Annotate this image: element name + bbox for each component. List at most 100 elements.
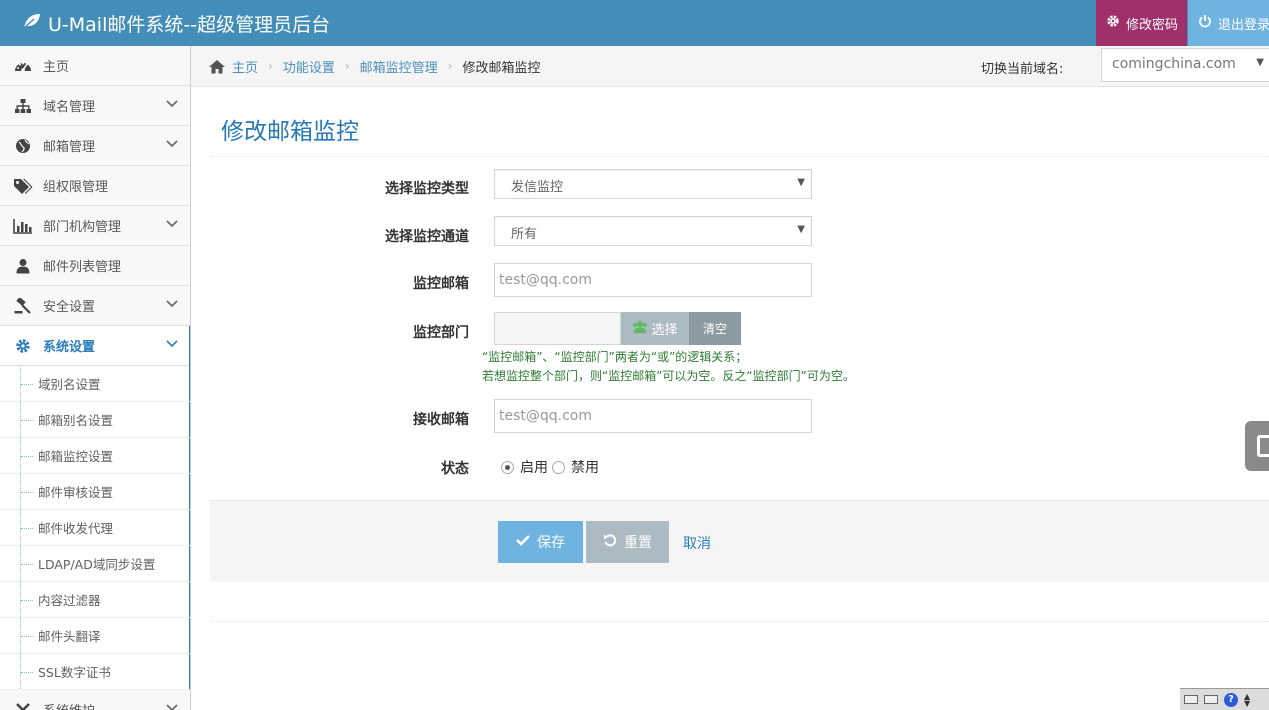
sidebar-item-label: 组权限管理 [43, 180, 109, 195]
save-label: 保存 [537, 535, 565, 551]
user-icon [13, 256, 33, 276]
monitor-department-field[interactable] [494, 312, 621, 345]
monitor-department-label: 监控部门 [413, 325, 469, 341]
monitor-channel-value: 所有 [511, 227, 538, 242]
submenu-item-mail-proxy[interactable]: 邮件收发代理 [0, 510, 190, 546]
monitor-mailbox-input[interactable]: test@qq.com [494, 263, 812, 297]
sidebar-item-label: 系统维护 [43, 700, 95, 710]
caret-down-icon: ▼ [797, 224, 805, 235]
system-settings-submenu: 域别名设置 邮箱别名设置 邮箱监控设置 邮件审核设置 邮件收发代理 LDAP/A… [0, 366, 190, 690]
submenu-item-content-filter[interactable]: 内容过滤器 [0, 582, 190, 618]
breadcrumb-current: 修改邮箱监控 [462, 60, 541, 76]
monitor-type-label: 选择监控类型 [385, 181, 469, 197]
gear-icon [1106, 14, 1120, 32]
monitor-channel-select[interactable]: 所有 ▼ [494, 216, 812, 246]
reset-button[interactable]: 重置 [586, 521, 669, 563]
divider [210, 156, 1269, 157]
status-disabled-label[interactable]: 禁用 [571, 457, 599, 477]
sidebar-item-group-permissions[interactable]: 组权限管理 [0, 166, 190, 206]
sidebar-item-label: 主页 [43, 60, 70, 75]
domain-switch-label: 切换当前域名: [981, 62, 1064, 77]
keyboard-icon[interactable] [1204, 695, 1218, 704]
sidebar-item-label: 部门机构管理 [43, 220, 122, 235]
monitor-type-select[interactable]: 发信监控 ▼ [494, 169, 812, 199]
logout-label: 退出登录 [1218, 17, 1269, 33]
brand[interactable]: U-Mail邮件系统--超级管理员后台 [22, 10, 330, 37]
sidebar-item-department[interactable]: 部门机构管理 [0, 206, 190, 246]
submenu-item-ldap-sync[interactable]: LDAP/AD域同步设置 [0, 546, 190, 582]
status-radio-group: 启用 禁用 [501, 457, 599, 477]
monitor-mailbox-label: 监控邮箱 [413, 276, 469, 292]
sidebar-item-system-settings[interactable]: 系统设置 [0, 326, 190, 690]
sidebar-item-label: 安全设置 [43, 300, 96, 315]
scroll-arrows-icon[interactable]: ▲ ▼ [1244, 692, 1250, 707]
sidebar-item-home[interactable]: 主页 [0, 46, 190, 86]
sidebar-item-system-maintenance[interactable]: 系统维护 [0, 690, 190, 710]
help-icon[interactable]: ? [1224, 692, 1238, 707]
status-label: 状态 [441, 461, 469, 477]
submenu-item-mailbox-alias[interactable]: 邮箱别名设置 [0, 402, 190, 438]
submenu-item-mail-review[interactable]: 邮件审核设置 [0, 474, 190, 510]
change-password-label: 修改密码 [1126, 17, 1179, 33]
keyboard-icon[interactable] [1184, 695, 1198, 704]
sidebar-item-mail-list[interactable]: 邮件列表管理 [0, 246, 190, 286]
submenu-item-mailbox-monitor[interactable]: 邮箱监控设置 [0, 438, 190, 474]
divider [210, 621, 1269, 622]
submenu-item-header-translation[interactable]: 邮件头翻译 [0, 618, 190, 654]
chevron-down-icon [166, 138, 178, 153]
select-department-label: 选择 [651, 323, 678, 338]
sitemap-icon [13, 96, 33, 116]
breadcrumb-home[interactable]: 主页 [232, 57, 258, 76]
home-icon[interactable] [208, 59, 226, 74]
status-enabled-label[interactable]: 启用 [520, 457, 548, 477]
page-title: 修改邮箱监控 [221, 119, 359, 145]
dashboard-icon [13, 56, 33, 76]
users-icon [632, 320, 648, 338]
breadcrumb-separator-icon: › [344, 59, 350, 73]
receive-mailbox-input[interactable]: test@qq.com [494, 399, 812, 433]
select-department-button[interactable]: 选择 [621, 312, 689, 345]
breadcrumb-function-settings[interactable]: 功能设置 [283, 57, 335, 76]
chevron-down-icon [166, 298, 178, 313]
logic-hint-line1: “监控邮箱”、“监控部门”两者为“或”的逻辑关系； [482, 350, 748, 364]
status-disabled-radio[interactable] [552, 460, 565, 474]
leaf-icon [22, 12, 42, 35]
floating-side-tab[interactable] [1245, 421, 1269, 471]
sidebar-item-label: 邮箱管理 [43, 140, 96, 155]
reset-label: 重置 [624, 535, 652, 551]
breadcrumb-separator-icon: › [447, 59, 453, 73]
sidebar: 主页 域名管理 邮箱管理 组权限管理 部门机构管理 邮件列表管理 安全设置 系统… [0, 46, 191, 710]
breadcrumb-mailbox-monitor[interactable]: 邮箱监控管理 [360, 57, 438, 76]
submenu-item-domain-alias[interactable]: 域别名设置 [0, 366, 190, 402]
power-icon [1198, 14, 1212, 32]
clear-department-button[interactable]: 清空 [689, 312, 741, 345]
save-button[interactable]: 保存 [498, 521, 583, 563]
submenu-item-ssl-certificate[interactable]: SSL数字证书 [0, 654, 190, 690]
status-enabled-radio[interactable] [501, 460, 514, 474]
breadcrumb: 主页 › 功能设置 › 邮箱监控管理 › 修改邮箱监控 切换当前域名: comi… [191, 46, 1269, 87]
receive-mailbox-label: 接收邮箱 [413, 412, 469, 428]
sidebar-item-label: 系统设置 [43, 340, 96, 355]
wrench-icon [13, 700, 33, 710]
logic-hint-line2: 若想监控整个部门，则“监控邮箱”可以为空。反之“监控部门”可为空。 [482, 369, 855, 383]
bar-chart-icon [13, 216, 33, 236]
chevron-down-icon [166, 702, 178, 710]
chevron-down-icon [166, 98, 178, 113]
gavel-icon [13, 296, 33, 316]
chevron-down-icon [166, 218, 178, 233]
sidebar-item-domain[interactable]: 域名管理 [0, 86, 190, 126]
sidebar-item-mailbox[interactable]: 邮箱管理 [0, 126, 190, 166]
system-tray: ? ▲ ▼ [1180, 688, 1269, 710]
undo-icon [603, 533, 617, 551]
logout-button[interactable]: 退出登录 [1188, 0, 1269, 46]
caret-down-icon: ▼ [1256, 57, 1264, 68]
cancel-link[interactable]: 取消 [683, 533, 711, 553]
chevron-down-icon [166, 338, 178, 353]
change-password-button[interactable]: 修改密码 [1096, 0, 1187, 46]
brand-title: U-Mail邮件系统--超级管理员后台 [48, 14, 331, 36]
form-actions: 保存 重置 取消 [210, 500, 1269, 582]
monitor-channel-label: 选择监控通道 [385, 229, 469, 245]
domain-select[interactable]: comingchina.com ▼ [1101, 48, 1269, 82]
caret-down-icon: ▼ [797, 177, 805, 188]
sidebar-item-security[interactable]: 安全设置 [0, 286, 190, 326]
